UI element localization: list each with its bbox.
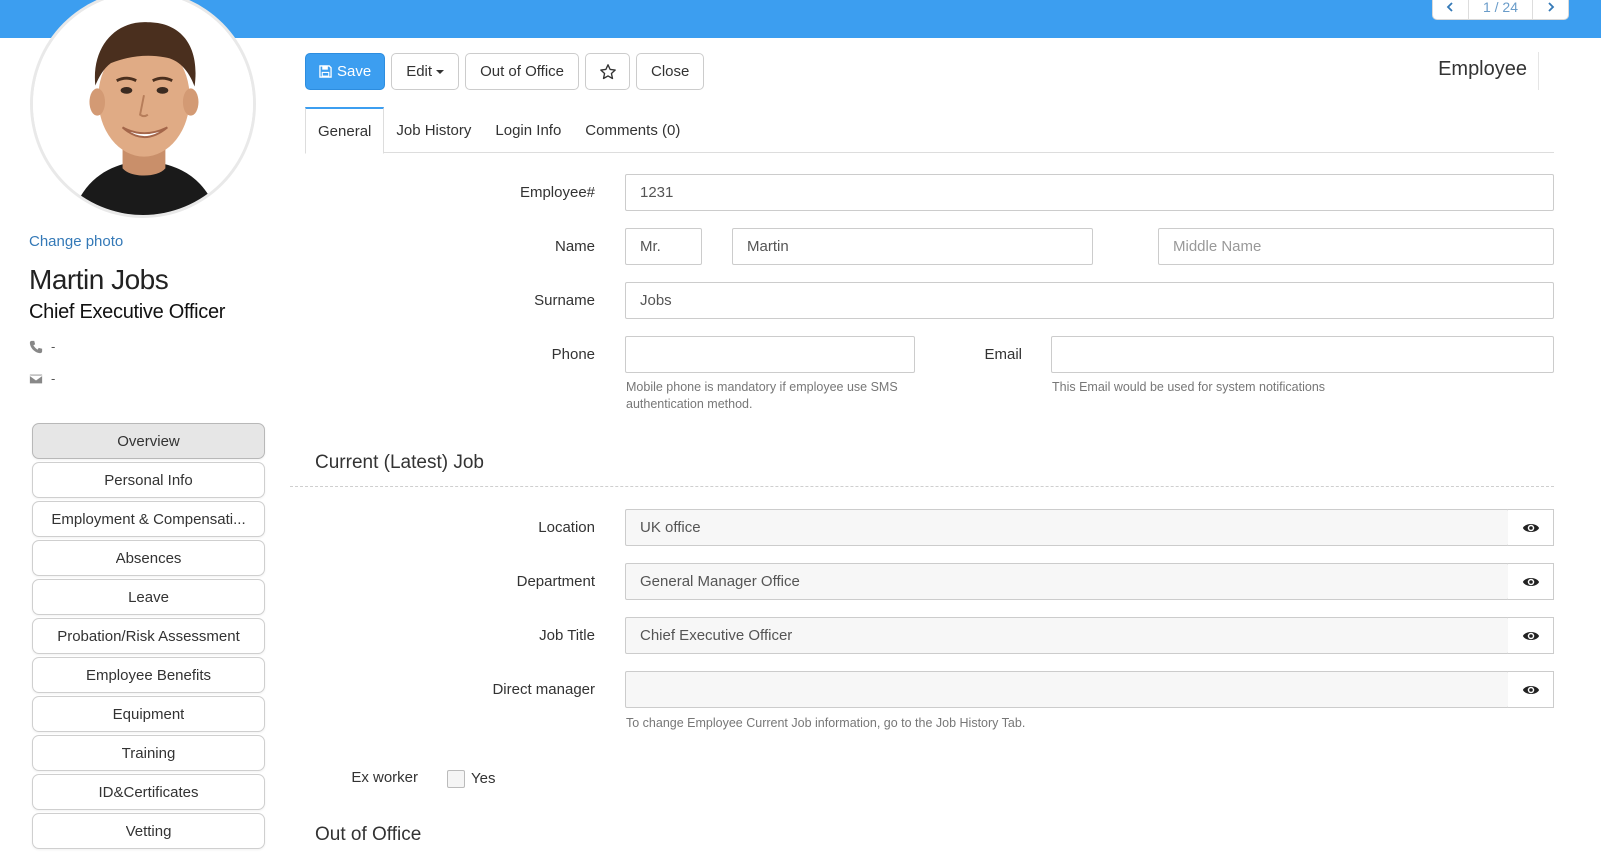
phone-icon (29, 340, 43, 353)
next-record-button[interactable] (1532, 0, 1568, 19)
out-of-office-section-title: Out of Office (315, 824, 422, 845)
job-history-help-text: To change Employee Current Job informati… (626, 716, 1026, 730)
department-field: General Manager Office (625, 563, 1509, 600)
employee-number-input[interactable]: 1231 (625, 174, 1554, 211)
ex-worker-label: Ex worker (351, 769, 418, 786)
close-button[interactable]: Close (636, 53, 705, 90)
side-menu: Overview Personal Info Employment & Comp… (32, 423, 265, 852)
phone-input[interactable] (625, 336, 915, 373)
job-title-label: Job Title (539, 627, 595, 644)
save-button[interactable]: Save (305, 53, 386, 90)
tab-comments[interactable]: Comments (0) (573, 107, 692, 153)
view-location-button[interactable] (1508, 509, 1554, 546)
chevron-right-icon (1547, 2, 1554, 12)
email-help-text: This Email would be used for system noti… (1052, 380, 1326, 394)
department-label: Department (516, 573, 595, 590)
contact-phone: - (29, 339, 55, 354)
surname-input[interactable]: Jobs (625, 282, 1554, 319)
profile-photo (33, 0, 253, 215)
side-menu-personal-info[interactable]: Personal Info (32, 462, 265, 498)
eye-icon (1522, 631, 1539, 640)
name-prefix-select[interactable]: Mr. (625, 228, 702, 265)
phone-label: Phone (551, 346, 595, 363)
floppy-disk-icon (319, 65, 332, 78)
side-menu-equipment[interactable]: Equipment (32, 696, 265, 732)
eye-icon (1522, 523, 1539, 532)
section-divider (290, 486, 1554, 487)
direct-manager-field (625, 671, 1509, 708)
email-input[interactable] (1051, 336, 1554, 373)
title-divider (1538, 52, 1539, 90)
direct-manager-label: Direct manager (492, 681, 595, 698)
location-field: UK office (625, 509, 1509, 546)
job-title-field: Chief Executive Officer (625, 617, 1509, 654)
view-direct-manager-button[interactable] (1508, 671, 1554, 708)
star-icon (599, 63, 616, 79)
contact-email: - (29, 371, 55, 386)
phone-help-text: Mobile phone is mandatory if employee us… (626, 380, 898, 411)
side-menu-id-certificates[interactable]: ID&Certificates (32, 774, 265, 810)
surname-label: Surname (534, 292, 595, 309)
employee-number-label: Employee# (519, 184, 595, 201)
view-job-title-button[interactable] (1508, 617, 1554, 654)
name-label: Name (554, 238, 595, 255)
side-menu-probation[interactable]: Probation/Risk Assessment (32, 618, 265, 654)
toolbar: Save Edit Out of Office Close (305, 53, 705, 90)
eye-icon (1522, 577, 1539, 586)
pager-text: 1 / 24 (1482, 0, 1518, 15)
top-bar (0, 0, 1601, 38)
email-value: - (51, 371, 56, 386)
avatar (30, 0, 256, 218)
tab-bar: General Job History Login Info Comments … (305, 107, 1554, 154)
view-department-button[interactable] (1508, 563, 1554, 600)
email-label: Email (984, 346, 1022, 363)
record-pager: 1 / 24 (1431, 0, 1569, 20)
location-label: Location (538, 519, 595, 536)
tab-job-history[interactable]: Job History (384, 107, 483, 153)
side-menu-leave[interactable]: Leave (32, 579, 265, 615)
tab-general[interactable]: General (305, 107, 385, 154)
employee-name: Martin Jobs (29, 264, 169, 295)
page-title: Employee (1438, 58, 1527, 80)
eye-icon (1522, 685, 1539, 694)
current-job-section-title: Current (Latest) Job (315, 452, 484, 473)
employee-job-title: Chief Executive Officer (29, 301, 226, 323)
ex-worker-option-label: Yes (471, 770, 496, 787)
side-menu-employee-benefits[interactable]: Employee Benefits (32, 657, 265, 693)
caret-down-icon (436, 69, 445, 74)
middle-name-input[interactable]: Middle Name (1158, 228, 1554, 265)
first-name-input[interactable]: Martin (732, 228, 1093, 265)
side-menu-employment[interactable]: Employment & Compensati... (32, 501, 265, 537)
phone-value: - (51, 339, 56, 354)
tab-login-info[interactable]: Login Info (483, 107, 573, 153)
chevron-left-icon (1447, 2, 1454, 12)
side-menu-vetting[interactable]: Vetting (32, 813, 265, 849)
edit-dropdown-button[interactable]: Edit (391, 53, 460, 90)
side-menu-training[interactable]: Training (32, 735, 265, 771)
side-menu-overview[interactable]: Overview (32, 423, 265, 459)
side-menu-absences[interactable]: Absences (32, 540, 265, 576)
ex-worker-checkbox[interactable] (447, 770, 465, 788)
favorite-button[interactable] (585, 53, 630, 90)
previous-record-button[interactable] (1433, 0, 1469, 19)
change-photo-link[interactable]: Change photo (29, 233, 123, 250)
envelope-icon (29, 374, 43, 383)
out-of-office-button[interactable]: Out of Office (465, 53, 579, 90)
